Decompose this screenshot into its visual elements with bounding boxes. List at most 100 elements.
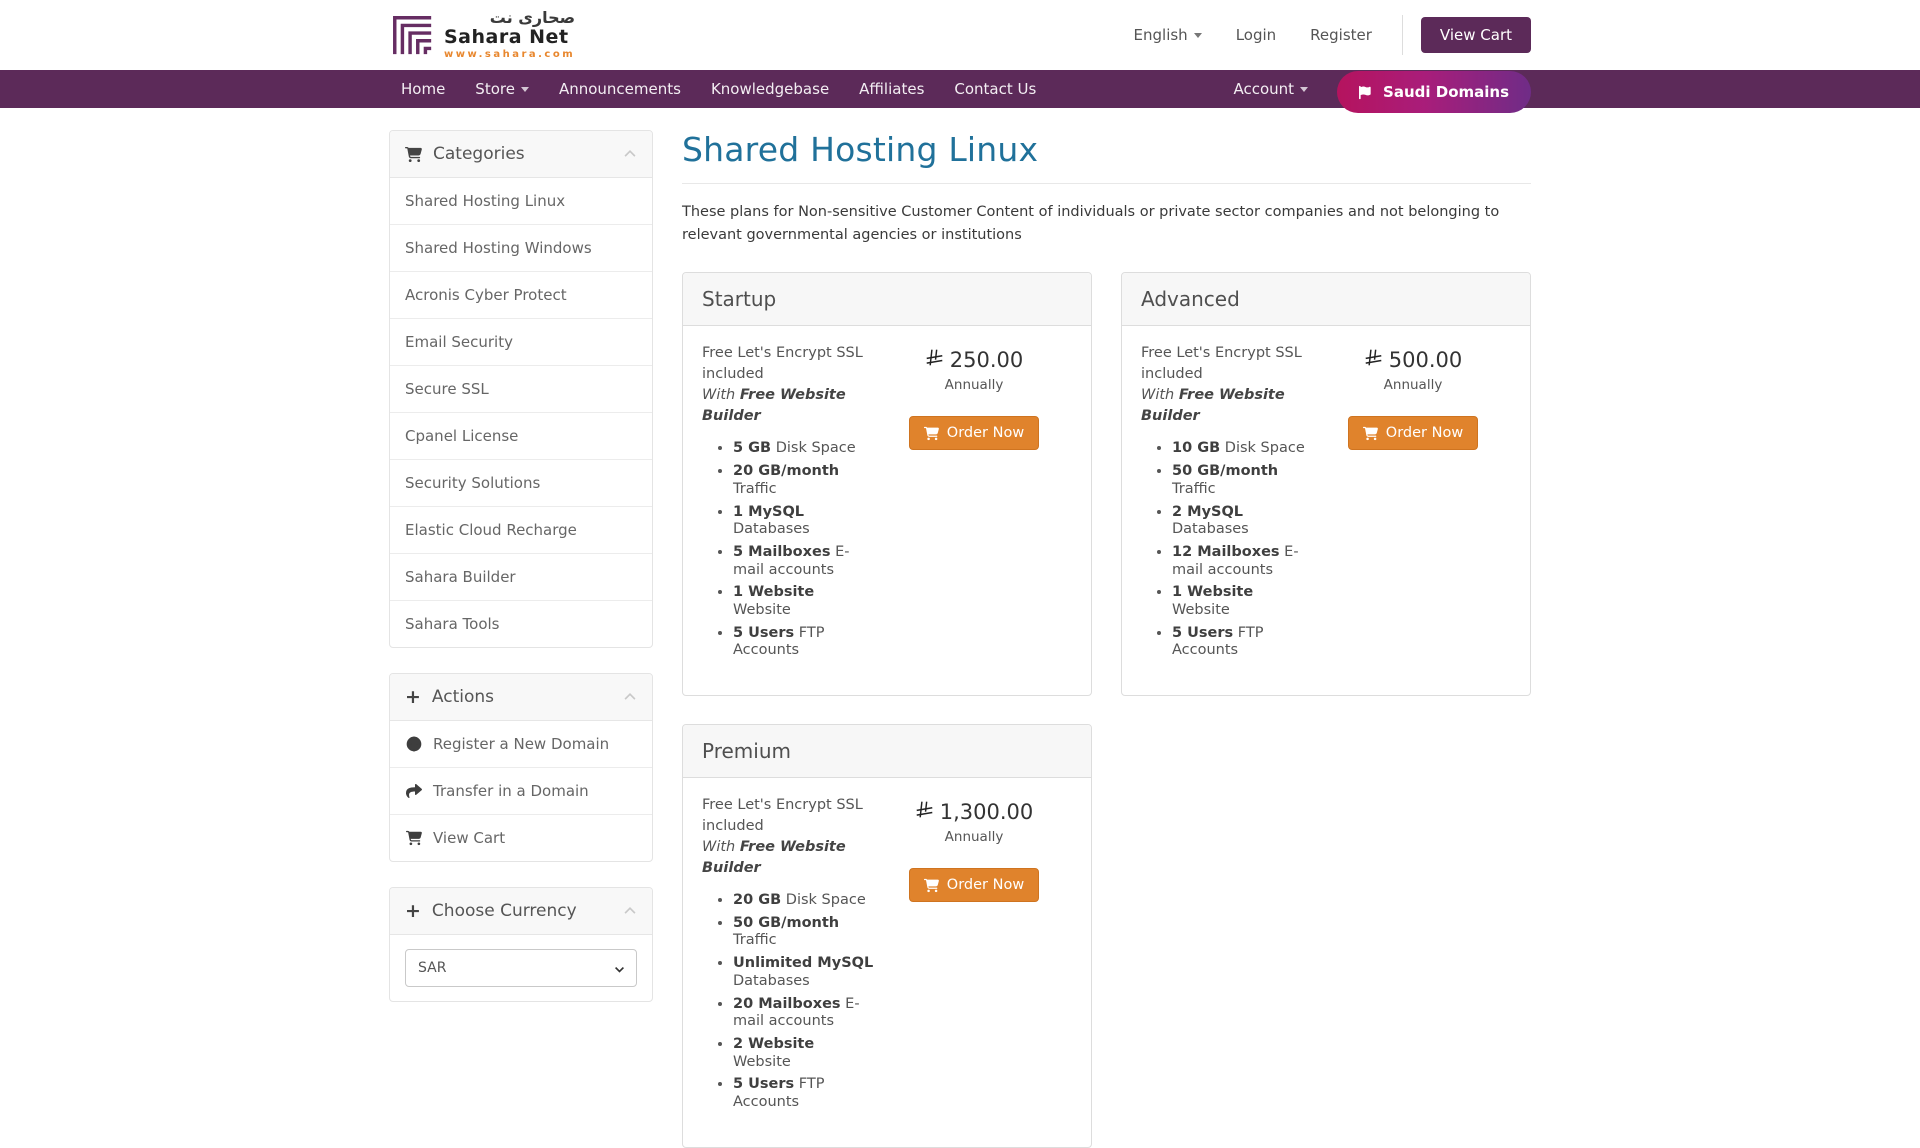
header-divider: [1402, 15, 1403, 55]
plan-ssl-line: Free Let's Encrypt SSL included: [1141, 343, 1315, 385]
chevron-up-icon[interactable]: [623, 690, 637, 704]
sidebar-item-secure-ssl[interactable]: Secure SSL: [390, 366, 652, 413]
order-now-button[interactable]: Order Now: [909, 868, 1039, 902]
sidebar-item-shared-hosting-linux[interactable]: Shared Hosting Linux: [390, 178, 652, 225]
top-header: صحارى نت Sahara Net www.sahara.com Engli…: [0, 0, 1920, 70]
plan-ssl-line: Free Let's Encrypt SSL included: [702, 343, 876, 385]
plan-title: Advanced: [1122, 273, 1530, 326]
nav-item-announcements[interactable]: Announcements: [544, 70, 696, 108]
view-cart-button[interactable]: View Cart: [1421, 17, 1531, 53]
chevron-down-icon: [1300, 87, 1308, 92]
sidebar-item-cpanel-license[interactable]: Cpanel License: [390, 413, 652, 460]
currency-panel-title: Choose Currency: [432, 901, 577, 921]
chevron-down-icon: [521, 87, 529, 92]
nav-item-home[interactable]: Home: [389, 70, 460, 108]
plan-feature: 5 Users FTP Accounts: [733, 625, 876, 660]
plan-feature: 5 Mailboxes E-mail accounts: [733, 544, 876, 579]
plan-feature: 12 Mailboxes E-mail accounts: [1172, 544, 1315, 579]
register-link[interactable]: Register: [1310, 26, 1372, 44]
plan-ssl-line: Free Let's Encrypt SSL included: [702, 795, 876, 837]
chevron-up-icon[interactable]: [623, 147, 637, 161]
register-new-domain-link[interactable]: Register a New Domain: [390, 721, 652, 768]
plan-feature: 5 GB Disk Space: [733, 440, 876, 458]
plan-price: 250.00: [876, 348, 1072, 372]
account-dropdown[interactable]: Account: [1221, 80, 1323, 98]
nav-item-knowledgebase[interactable]: Knowledgebase: [696, 70, 844, 108]
sidebar: Categories Shared Hosting Linux Shared H…: [389, 130, 653, 1027]
plan-feature: 20 Mailboxes E-mail accounts: [733, 996, 876, 1031]
plan-feature: 10 GB Disk Space: [1172, 440, 1315, 458]
plan-feature: 5 Users FTP Accounts: [1172, 625, 1315, 660]
order-now-button[interactable]: Order Now: [1348, 416, 1478, 450]
plus-icon: +: [405, 688, 421, 707]
plan-feature: 2 MySQL Databases: [1172, 504, 1315, 539]
actions-panel: + Actions Register a New Domain Transfer…: [389, 673, 653, 862]
categories-panel: Categories Shared Hosting Linux Shared H…: [389, 130, 653, 648]
currency-select[interactable]: SAR: [405, 949, 637, 987]
plan-price: 1,300.00: [876, 800, 1072, 824]
title-divider: [682, 183, 1531, 184]
plan-feature-list: 20 GB Disk Space 50 GB/month Traffic Unl…: [733, 892, 876, 1112]
nav-item-affiliates[interactable]: Affiliates: [844, 70, 939, 108]
main-content: Shared Hosting Linux These plans for Non…: [682, 130, 1531, 1148]
plan-billing-cycle: Annually: [1315, 377, 1511, 393]
currency-panel-header[interactable]: + Choose Currency: [390, 888, 652, 935]
main-navbar: Home Store Announcements Knowledgebase A…: [0, 70, 1920, 108]
currency-panel: + Choose Currency SAR: [389, 887, 653, 1002]
plan-feature: 50 GB/month Traffic: [733, 915, 876, 950]
saudi-riyal-icon: [925, 348, 944, 372]
sidebar-item-sahara-builder[interactable]: Sahara Builder: [390, 554, 652, 601]
cart-icon: [405, 830, 422, 846]
transfer-domain-link[interactable]: Transfer in a Domain: [390, 768, 652, 815]
order-now-button[interactable]: Order Now: [909, 416, 1039, 450]
logo-url-text: www.sahara.com: [444, 50, 575, 60]
chevron-down-icon: [1194, 33, 1202, 38]
plan-feature-list: 5 GB Disk Space 20 GB/month Traffic 1 My…: [733, 440, 876, 660]
plan-feature: 20 GB/month Traffic: [733, 463, 876, 498]
plan-builder-line: With Free Website Builder: [702, 385, 876, 427]
sidebar-item-security-solutions[interactable]: Security Solutions: [390, 460, 652, 507]
cart-icon: [924, 426, 939, 441]
nav-item-contact-us[interactable]: Contact Us: [939, 70, 1051, 108]
flag-icon: [1359, 85, 1374, 100]
actions-panel-header[interactable]: + Actions: [390, 674, 652, 721]
sidebar-item-email-security[interactable]: Email Security: [390, 319, 652, 366]
plan-feature-list: 10 GB Disk Space 50 GB/month Traffic 2 M…: [1172, 440, 1315, 660]
sidebar-item-shared-hosting-windows[interactable]: Shared Hosting Windows: [390, 225, 652, 272]
saudi-riyal-icon: [915, 800, 934, 824]
plan-feature: 20 GB Disk Space: [733, 892, 876, 910]
categories-panel-header[interactable]: Categories: [390, 131, 652, 178]
login-link[interactable]: Login: [1236, 26, 1276, 44]
saudi-riyal-icon: [1364, 348, 1383, 372]
plan-feature: 5 Users FTP Accounts: [733, 1076, 876, 1111]
page-description: These plans for Non-sensitive Customer C…: [682, 201, 1531, 247]
categories-panel-title: Categories: [433, 144, 525, 164]
chevron-up-icon[interactable]: [623, 904, 637, 918]
cart-icon: [924, 878, 939, 893]
plan-builder-line: With Free Website Builder: [1141, 385, 1315, 427]
sidebar-item-elastic-cloud-recharge[interactable]: Elastic Cloud Recharge: [390, 507, 652, 554]
plan-title: Premium: [683, 725, 1091, 778]
logo-arabic-text: صحارى نت: [444, 10, 575, 26]
actions-panel-title: Actions: [432, 687, 494, 707]
plan-billing-cycle: Annually: [876, 377, 1072, 393]
globe-icon: [405, 736, 422, 752]
sahara-net-logo[interactable]: صحارى نت Sahara Net www.sahara.com: [389, 10, 575, 60]
plan-card-advanced: Advanced Free Let's Encrypt SSL included…: [1121, 272, 1531, 696]
plan-feature: 1 MySQL Databases: [733, 504, 876, 539]
plan-feature: 1 Website Website: [733, 584, 876, 619]
plan-feature: 1 Website Website: [1172, 584, 1315, 619]
plans-grid: Startup Free Let's Encrypt SSL included …: [682, 272, 1531, 1147]
plan-title: Startup: [683, 273, 1091, 326]
plan-billing-cycle: Annually: [876, 829, 1072, 845]
nav-item-store[interactable]: Store: [460, 70, 544, 108]
plus-icon: +: [405, 902, 421, 921]
view-cart-link[interactable]: View Cart: [390, 815, 652, 861]
plan-builder-line: With Free Website Builder: [702, 837, 876, 879]
share-arrow-icon: [405, 783, 422, 799]
language-dropdown[interactable]: English: [1134, 26, 1202, 44]
sidebar-item-sahara-tools[interactable]: Sahara Tools: [390, 601, 652, 647]
saudi-domains-button[interactable]: Saudi Domains: [1337, 71, 1531, 113]
sidebar-item-acronis-cyber-protect[interactable]: Acronis Cyber Protect: [390, 272, 652, 319]
sahara-net-logo-icon: [389, 12, 435, 58]
